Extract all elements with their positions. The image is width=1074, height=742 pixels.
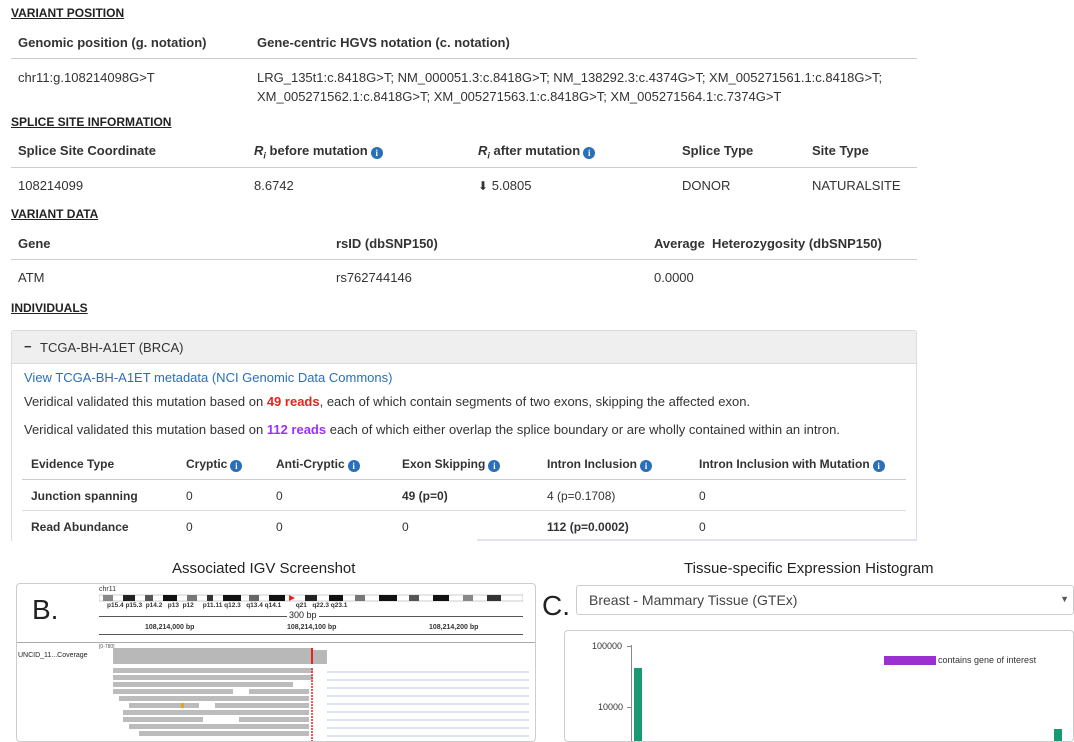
igv-tick-2: 108,214,100 bp	[287, 624, 337, 631]
info-icon[interactable]: i	[488, 460, 501, 472]
row-abundance-type: Read Abundance	[31, 520, 129, 534]
expression-histogram: 100000 10000 contains gene of interest	[564, 630, 1074, 742]
hgvs-notation-header: Gene-centric HGVS notation (c. notation)	[257, 35, 510, 50]
abundance-validation-text: Veridical validated this mutation based …	[24, 422, 840, 437]
panel-letter-c: C.	[542, 590, 570, 621]
divider	[11, 259, 917, 260]
splice-type-header: Splice Type	[682, 143, 754, 158]
hgvs-notation-line1: LRG_135t1:c.8418G>T; NM_000051.3:c.8418G…	[257, 70, 883, 85]
individual-panel-title[interactable]: TCGA-BH-A1ET (BRCA)	[40, 340, 184, 355]
info-icon[interactable]: i	[872, 460, 885, 472]
row-abundance-intron-mutation: 0	[699, 520, 706, 534]
igv-chrom-label: chr11	[99, 586, 116, 593]
ri-after-value: ⬇ 5.0805	[478, 178, 532, 193]
anti-cryptic-header: Anti-Cryptic i	[276, 457, 360, 472]
igv-screenshot: B. chr11 p15.4 p15.3 p14.2 p13 p12 p11.1…	[16, 583, 536, 742]
arrow-down-icon: ⬇	[478, 179, 489, 193]
ri-before-value: 8.6742	[254, 178, 294, 193]
igv-coverage-track	[113, 648, 529, 741]
splice-site-heading: SPLICE SITE INFORMATION	[11, 115, 172, 129]
individual-panel-body: View TCGA-BH-A1ET metadata (NCI Genomic …	[11, 363, 917, 541]
igv-tick-1: 108,214,000 bp	[145, 624, 195, 631]
divider	[22, 479, 906, 480]
row-junction-intron-mutation: 0	[699, 489, 706, 503]
individuals-heading: INDIVIDUALS	[11, 301, 88, 315]
histogram-bar	[1054, 729, 1062, 741]
heterozygosity-value: 0.0000	[654, 270, 694, 285]
intron-inclusion-header: Intron Inclusion i	[547, 457, 652, 472]
row-junction-type: Junction spanning	[31, 489, 138, 503]
divider	[17, 642, 535, 643]
chevron-down-icon[interactable]: ▼	[1060, 594, 1069, 604]
cryptic-header: Cryptic i	[186, 457, 243, 472]
hgvs-notation-line2: XM_005271562.1:c.8418G>T; XM_005271563.1…	[257, 89, 782, 104]
ri-before-header: Ri before mutation i	[254, 143, 383, 161]
row-junction-intron-inclusion: 4 (p=0.1708)	[547, 489, 616, 503]
gene-header: Gene	[18, 236, 51, 251]
exon-skipping-header: Exon Skipping i	[402, 457, 501, 472]
igv-track-label: UNCID_11...Coverage	[18, 652, 88, 659]
collapse-icon[interactable]: −	[24, 339, 32, 354]
legend-swatch	[884, 656, 936, 665]
info-icon[interactable]: i	[583, 147, 596, 159]
rsid-header: rsID (dbSNP150)	[336, 236, 438, 251]
row-abundance-exon-skipping: 0	[402, 520, 409, 534]
legend-label: contains gene of interest	[938, 655, 1037, 665]
metadata-link[interactable]: View TCGA-BH-A1ET metadata (NCI Genomic …	[24, 370, 392, 385]
row-abundance-cryptic: 0	[186, 520, 193, 534]
tissue-select[interactable]: Breast - Mammary Tissue (GTEx) ▼	[576, 585, 1074, 615]
y-tick-100000: 100000	[592, 641, 623, 651]
divider	[11, 58, 917, 59]
info-icon[interactable]: i	[640, 460, 652, 472]
igv-tick-3: 108,214,200 bp	[429, 624, 479, 631]
variant-position-heading: VARIANT POSITION	[11, 6, 125, 20]
igv-span-label: 300 bp	[287, 610, 319, 620]
igv-ruler-axis	[99, 634, 523, 635]
divider	[11, 167, 917, 168]
info-icon[interactable]: i	[230, 460, 243, 472]
igv-ideogram	[99, 594, 523, 602]
row-abundance-intron-inclusion: 112 (p=0.0002)	[547, 520, 629, 534]
divider	[22, 510, 906, 511]
tissue-select-value: Breast - Mammary Tissue (GTEx)	[589, 592, 798, 608]
genomic-position-value: chr11:g.108214098G>T	[18, 70, 155, 85]
histogram-caption: Tissue-specific Expression Histogram	[684, 560, 934, 577]
y-tick-mark	[627, 707, 631, 708]
histogram-bar	[634, 668, 642, 741]
row-junction-exon-skipping: 49 (p=0)	[402, 489, 448, 503]
splice-coordinate-value: 108214099	[18, 178, 84, 193]
y-tick-mark	[627, 646, 631, 647]
site-type-value: NATURALSITE	[812, 178, 901, 193]
splice-coordinate-header: Splice Site Coordinate	[18, 143, 156, 158]
individual-panel-header[interactable]: − TCGA-BH-A1ET (BRCA)	[11, 330, 917, 364]
site-type-header: Site Type	[812, 143, 869, 158]
evidence-type-header: Evidence Type	[31, 457, 115, 471]
genomic-position-header: Genomic position (g. notation)	[18, 35, 207, 50]
row-junction-anti-cryptic: 0	[276, 489, 283, 503]
intron-inclusion-mutation-header: Intron Inclusion with Mutation i	[699, 457, 885, 472]
heterozygosity-header: Average Heterozygosity (dbSNP150)	[654, 236, 882, 251]
igv-caption: Associated IGV Screenshot	[172, 560, 356, 577]
row-abundance-anti-cryptic: 0	[276, 520, 283, 534]
gene-value: ATM	[18, 270, 45, 285]
ri-after-header: Ri after mutation i	[478, 143, 596, 161]
splice-type-value: DONOR	[682, 178, 731, 193]
scroll-fade	[477, 539, 917, 541]
y-axis	[631, 645, 632, 741]
junction-validation-text: Veridical validated this mutation based …	[24, 394, 751, 409]
rsid-value: rs762744146	[336, 270, 412, 285]
info-icon[interactable]: i	[347, 460, 360, 472]
panel-letter-b: B.	[32, 594, 59, 625]
variant-data-heading: VARIANT DATA	[11, 207, 99, 221]
igv-band-labels: p15.4 p15.3 p14.2 p13 p12 p11.11 q12.3 q…	[107, 602, 348, 609]
row-junction-cryptic: 0	[186, 489, 193, 503]
info-icon[interactable]: i	[370, 147, 383, 159]
y-tick-10000: 10000	[598, 702, 624, 712]
